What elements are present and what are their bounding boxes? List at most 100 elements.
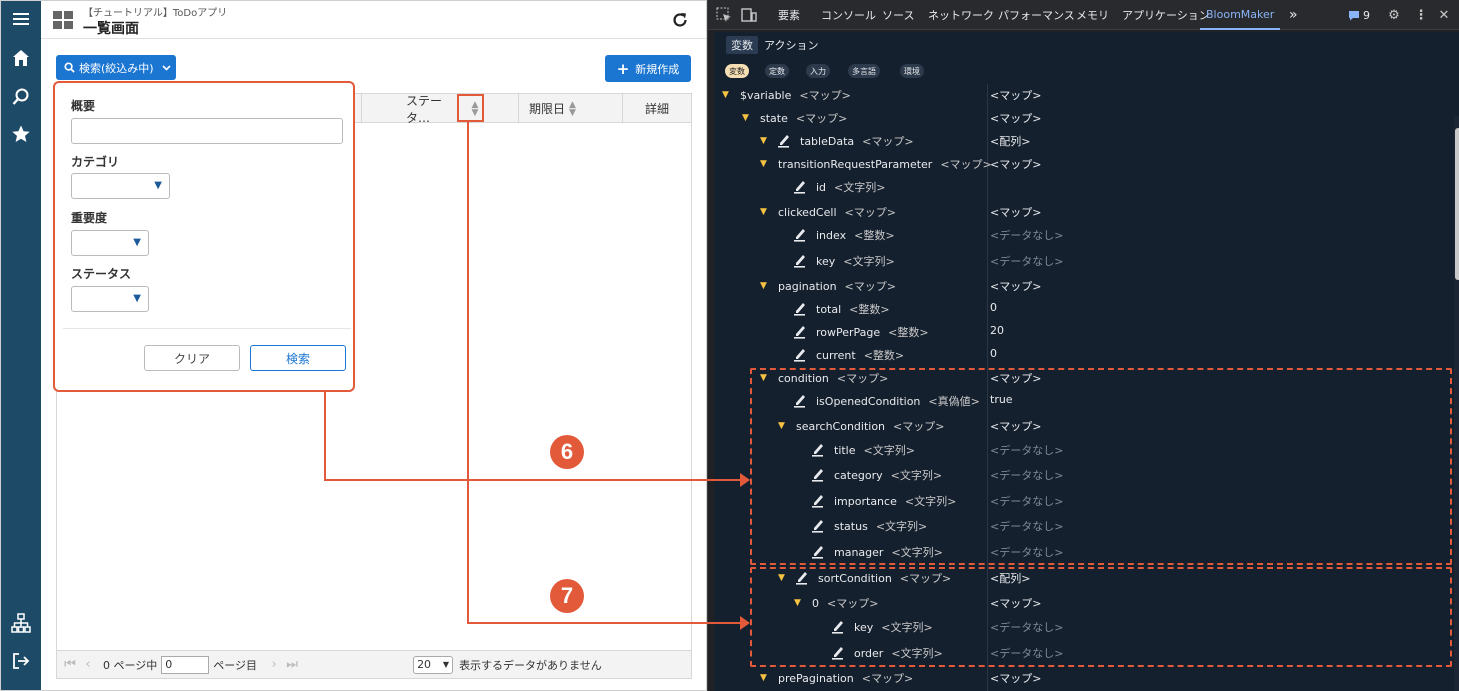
gear-icon[interactable]: ⚙: [1384, 5, 1404, 25]
search-icon[interactable]: [1, 81, 41, 113]
expand-triangle-icon[interactable]: ▼: [760, 136, 768, 146]
more-tabs-icon[interactable]: »: [1289, 0, 1298, 30]
tree-key-name: id: [816, 180, 827, 194]
expand-triangle-icon[interactable]: ▼: [760, 207, 768, 217]
bloommaker-panel: 変数 アクション 変数 定数 入力 多言語 環境 ▼ $variable <マップ>…: [714, 32, 1459, 691]
edit-pen-icon[interactable]: [794, 180, 806, 194]
tree-key-type: <整数>: [854, 229, 895, 242]
tab-bloommaker[interactable]: BloomMaker: [1200, 0, 1281, 30]
chevron-down-icon: ▼: [133, 237, 141, 248]
popup-divider: [63, 328, 351, 329]
menu-icon[interactable]: [1, 3, 41, 35]
tree-row[interactable]: ▼ tableData <マップ> <配列>: [714, 130, 1444, 152]
sitemap-icon[interactable]: [1, 607, 41, 639]
tree-row[interactable]: total <整数> 0: [714, 298, 1444, 320]
chip-i18n[interactable]: 多言語: [848, 64, 880, 78]
search-filter-label: 検索(絞込み中): [79, 61, 154, 75]
connector-6-vertical: [324, 391, 326, 481]
tree-row[interactable]: key <文字列> <データなし>: [714, 250, 1444, 272]
tree-value: 0: [990, 301, 997, 314]
rows-per-page-select[interactable]: 20 ▼: [413, 655, 454, 674]
importance-select[interactable]: ▼: [71, 230, 149, 256]
tree-row[interactable]: current <整数> 0: [714, 344, 1444, 366]
expand-triangle-icon[interactable]: ▼: [760, 159, 768, 169]
expand-triangle-icon[interactable]: ▼: [742, 113, 750, 123]
tab-application[interactable]: アプリケーション: [1122, 0, 1210, 30]
tree-key: ▼ transitionRequestParameter <マップ>: [760, 156, 992, 172]
chip-variables[interactable]: 変数: [725, 64, 749, 78]
app-sidebar: [1, 1, 41, 690]
issues-badge[interactable]: 9: [1348, 0, 1370, 30]
plus-icon: +: [616, 59, 630, 78]
summary-input[interactable]: [71, 118, 343, 144]
edit-pen-icon[interactable]: [778, 134, 790, 148]
devtools-panel: 要素 コンソール ソース ネットワーク パフォーマンス メモリ アプリケーション…: [707, 0, 1459, 691]
pager-status-text: 表示するデータがありません: [459, 658, 602, 672]
last-page-icon[interactable]: ⏭: [283, 657, 301, 672]
tree-value: <データなし>: [990, 255, 1064, 268]
tree-value: <マップ>: [990, 672, 1042, 685]
prev-page-icon[interactable]: ‹: [79, 657, 97, 672]
tree-key: ▼ $variable <マップ>: [722, 87, 851, 103]
close-icon[interactable]: ✕: [1434, 5, 1454, 25]
home-icon[interactable]: [1, 42, 41, 74]
tab-elements[interactable]: 要素: [778, 0, 800, 30]
edit-pen-icon[interactable]: [794, 254, 806, 268]
edit-pen-icon[interactable]: [794, 228, 806, 242]
tab-variables[interactable]: 変数: [726, 36, 758, 54]
scrollbar-thumb[interactable]: [1455, 128, 1459, 280]
more-menu-icon[interactable]: ⋮: [1411, 5, 1431, 25]
annotation-badge-6: 6: [550, 435, 584, 469]
devtools-tabbar: 要素 コンソール ソース ネットワーク パフォーマンス メモリ アプリケーション…: [708, 0, 1459, 30]
expand-triangle-icon[interactable]: ▼: [722, 90, 730, 100]
tree-key: rowPerPage <整数>: [776, 324, 929, 340]
tree-row[interactable]: ▼ transitionRequestParameter <マップ> <マップ>: [714, 153, 1444, 175]
status-select[interactable]: ▼: [71, 286, 149, 312]
chip-inputs[interactable]: 入力: [806, 64, 830, 78]
tab-console[interactable]: コンソール: [821, 0, 876, 30]
tab-performance[interactable]: パフォーマンス: [998, 0, 1075, 30]
chip-env[interactable]: 環境: [900, 64, 924, 78]
inspect-element-icon[interactable]: [714, 5, 734, 25]
tab-sources[interactable]: ソース: [882, 0, 914, 30]
tree-row[interactable]: ▼ prePagination <マップ> <マップ>: [714, 667, 1444, 689]
column-status[interactable]: ステータ…: [361, 94, 457, 125]
due-date-sort-icon[interactable]: ▲ ▼: [569, 100, 576, 117]
category-select[interactable]: ▼: [71, 173, 170, 199]
column-due-date[interactable]: 期限日 ▲ ▼: [518, 94, 622, 123]
search-filter-button[interactable]: 検索(絞込み中): [56, 55, 176, 80]
chip-constants[interactable]: 定数: [765, 64, 789, 78]
logout-icon[interactable]: [1, 645, 41, 677]
tree-row[interactable]: id <文字列>: [714, 176, 1444, 198]
clear-button[interactable]: クリア: [144, 345, 240, 371]
expand-triangle-icon[interactable]: ▼: [760, 281, 768, 291]
tab-actions[interactable]: アクション: [764, 36, 818, 54]
first-page-icon[interactable]: ⏮: [61, 657, 79, 672]
star-icon[interactable]: [1, 118, 41, 150]
app-header: 【チュートリアル】ToDoアプリ 一覧画面: [41, 1, 706, 39]
device-toolbar-icon[interactable]: [739, 5, 759, 25]
page-number-input[interactable]: 0: [161, 655, 210, 674]
tab-network[interactable]: ネットワーク: [928, 0, 994, 30]
tree-row[interactable]: index <整数> <データなし>: [714, 224, 1444, 246]
tree-key: ▼ prePagination <マップ>: [760, 670, 913, 686]
tree-row[interactable]: ▼ clickedCell <マップ> <マップ>: [714, 201, 1444, 223]
column-due-date-label: 期限日: [529, 102, 566, 116]
app-grid-icon: [53, 11, 73, 29]
new-create-button[interactable]: + 新規作成: [605, 55, 691, 82]
tree-row[interactable]: ▼ state <マップ> <マップ>: [714, 107, 1444, 129]
importance-label: 重要度: [71, 211, 108, 225]
edit-pen-icon[interactable]: [794, 302, 806, 316]
tree-row[interactable]: rowPerPage <整数> 20: [714, 321, 1444, 343]
tab-memory[interactable]: メモリ: [1076, 0, 1109, 30]
column-detail: 詳細: [622, 94, 691, 123]
next-page-icon[interactable]: ›: [265, 657, 283, 672]
search-button[interactable]: 検索: [250, 345, 346, 371]
tree-row[interactable]: ▼ $variable <マップ> <マップ>: [714, 84, 1444, 106]
connector-7-vertical: [467, 121, 469, 624]
edit-pen-icon[interactable]: [794, 348, 806, 362]
tree-row[interactable]: ▼ pagination <マップ> <マップ>: [714, 275, 1444, 297]
expand-triangle-icon[interactable]: ▼: [760, 673, 768, 683]
refresh-icon[interactable]: [671, 11, 689, 29]
edit-pen-icon[interactable]: [794, 325, 806, 339]
